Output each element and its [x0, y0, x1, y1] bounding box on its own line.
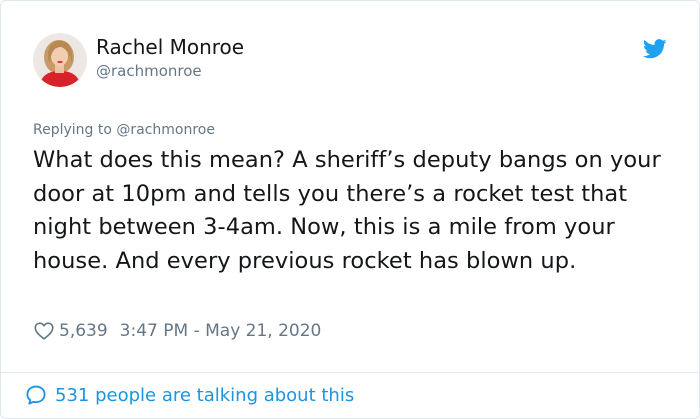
conversation-link[interactable]: 531 people are talking about this	[25, 383, 354, 407]
tweet-card: Rachel Monroe @rachmonroe Replying to @r…	[0, 0, 700, 419]
avatar[interactable]	[33, 33, 87, 87]
like-count[interactable]: 5,639	[59, 321, 108, 341]
reply-context[interactable]: Replying to @rachmonroe	[33, 121, 215, 139]
avatar-image	[33, 33, 87, 87]
tweet-meta: 5,639 3:47 PM - May 21, 2020	[33, 319, 321, 343]
tweet-text: What does this mean? A sheriff’s deputy …	[33, 147, 661, 274]
conversation-text: 531 people are talking about this	[55, 384, 355, 406]
twitter-bird-icon[interactable]	[643, 39, 667, 59]
author-names: Rachel Monroe @rachmonroe	[96, 35, 244, 81]
author-handle[interactable]: @rachmonroe	[96, 61, 244, 81]
author-display-name[interactable]: Rachel Monroe	[96, 35, 244, 59]
tweet-header: Rachel Monroe @rachmonroe	[33, 33, 673, 89]
tweet-timestamp[interactable]: 3:47 PM - May 21, 2020	[120, 321, 322, 341]
chat-bubble-icon	[26, 385, 46, 405]
heart-outline-icon[interactable]	[33, 320, 55, 342]
footer-divider	[1, 372, 699, 373]
